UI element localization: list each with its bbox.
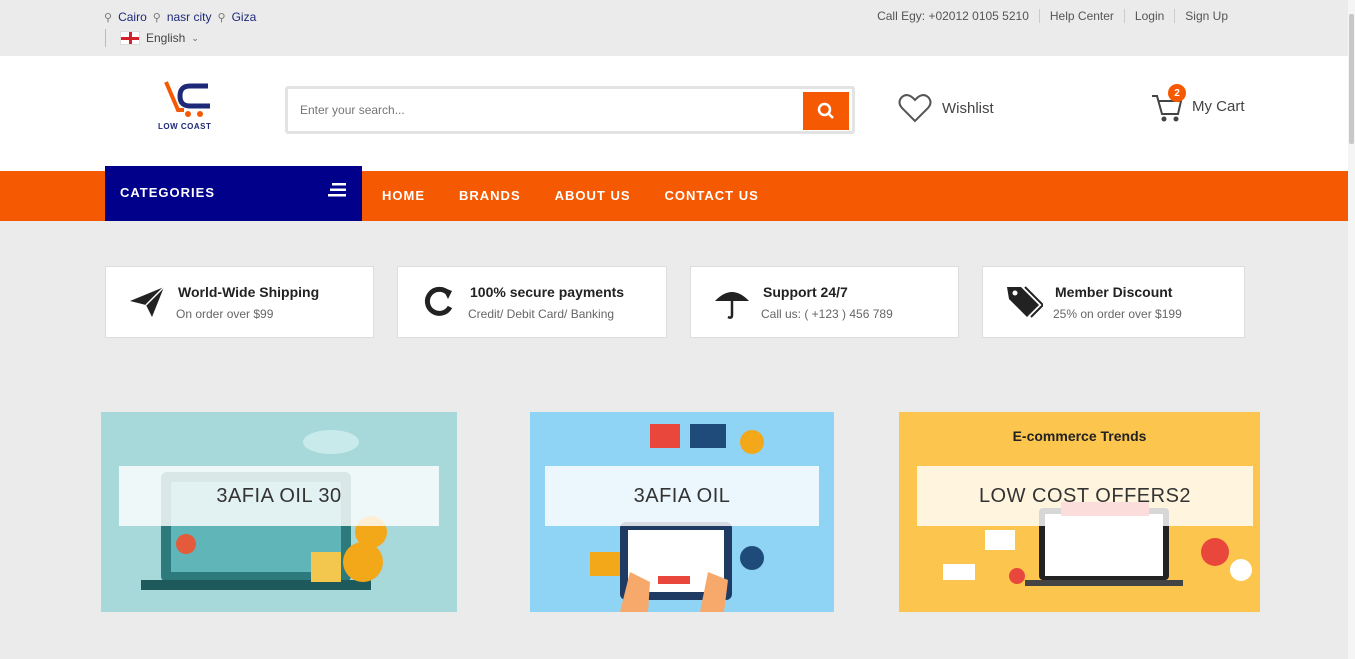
tags-icon (1007, 286, 1043, 318)
location-nasr-city[interactable]: nasr city (167, 10, 212, 24)
umbrella-icon (715, 292, 749, 319)
feature-subtitle: 25% on order over $199 (1053, 307, 1182, 321)
wishlist-label: Wishlist (942, 99, 994, 117)
location-giza[interactable]: Giza (232, 10, 257, 24)
location-cairo[interactable]: Cairo (118, 10, 147, 24)
nav-brands[interactable]: BRANDS (459, 188, 521, 203)
map-pin-icon: ⚲ (104, 11, 113, 24)
cart-count-badge: 2 (1168, 84, 1186, 102)
categories-button[interactable]: CATEGORIES (105, 166, 362, 221)
feature-payments: 100% secure payments Credit/ Debit Card/… (397, 266, 667, 338)
promo-banner-1[interactable]: 3AFIA OIL 30 (101, 412, 457, 612)
feature-title: Support 24/7 (763, 284, 848, 300)
top-bar: ⚲ Cairo ⚲ nasr city ⚲ Giza English ⌄ Cal… (0, 0, 1348, 56)
wishlist-link[interactable]: Wishlist (898, 93, 994, 123)
banner-label: 3AFIA OIL (545, 466, 819, 526)
search-button[interactable] (803, 92, 849, 130)
location-list: ⚲ Cairo ⚲ nasr city ⚲ Giza (104, 10, 256, 24)
scrollbar-thumb[interactable] (1349, 14, 1354, 144)
feature-subtitle: On order over $99 (176, 307, 274, 321)
promo-banner-3[interactable]: E-commerce Trends LOW COST OFFERS2 (899, 412, 1260, 612)
feature-title: World-Wide Shipping (178, 284, 320, 300)
banner-label: LOW COST OFFERS2 (917, 466, 1253, 526)
cart-label: My Cart (1192, 97, 1245, 115)
signup-link[interactable]: Sign Up (1174, 9, 1238, 23)
paper-plane-icon (130, 286, 165, 317)
banner-label: 3AFIA OIL 30 (119, 466, 439, 526)
menu-icon (328, 183, 346, 197)
nav-contact-us[interactable]: CONTACT US (665, 188, 759, 203)
feature-subtitle: Credit/ Debit Card/ Banking (468, 307, 615, 321)
main-nav: CATEGORIES HOME BRANDS ABOUT US CONTACT … (0, 166, 1348, 221)
top-links: Call Egy: +02012 0105 5210 Help Center L… (867, 9, 1238, 23)
search-icon (817, 102, 834, 119)
england-flag-icon (120, 31, 140, 45)
heart-icon (898, 94, 932, 123)
call-info: Call Egy: +02012 0105 5210 (877, 9, 1029, 23)
feature-subtitle: Call us: ( +123 ) 456 789 (761, 307, 893, 321)
nav-about-us[interactable]: ABOUT US (555, 188, 631, 203)
feature-support: Support 24/7 Call us: ( +123 ) 456 789 (690, 266, 959, 338)
search-input[interactable] (300, 97, 800, 123)
feature-shipping: World-Wide Shipping On order over $99 (105, 266, 374, 338)
help-center-link[interactable]: Help Center (1038, 9, 1124, 23)
refresh-icon (424, 286, 453, 316)
header: LOW COAST Wishlist 2 My Cart (0, 56, 1348, 171)
categories-label: CATEGORIES (120, 185, 215, 200)
logo-icon[interactable] (156, 80, 220, 140)
promo-banner-2[interactable]: 3AFIA OIL (530, 412, 834, 612)
map-pin-icon: ⚲ (217, 11, 226, 24)
feature-title: Member Discount (1055, 284, 1173, 300)
language-selector[interactable]: English ⌄ (105, 29, 199, 47)
scrollbar[interactable] (1348, 0, 1355, 659)
feature-discount: Member Discount 25% on order over $199 (982, 266, 1245, 338)
search-bar (285, 86, 855, 134)
cart-link[interactable]: 2 My Cart (1150, 84, 1245, 124)
login-link[interactable]: Login (1123, 9, 1174, 23)
language-label: English (146, 31, 186, 45)
logo-text: LOW COAST (158, 122, 212, 131)
feature-title: 100% secure payments (470, 284, 625, 300)
map-pin-icon: ⚲ (152, 11, 161, 24)
nav-items: HOME BRANDS ABOUT US CONTACT US (382, 188, 759, 203)
nav-home[interactable]: HOME (382, 188, 425, 203)
chevron-down-icon: ⌄ (191, 32, 199, 43)
